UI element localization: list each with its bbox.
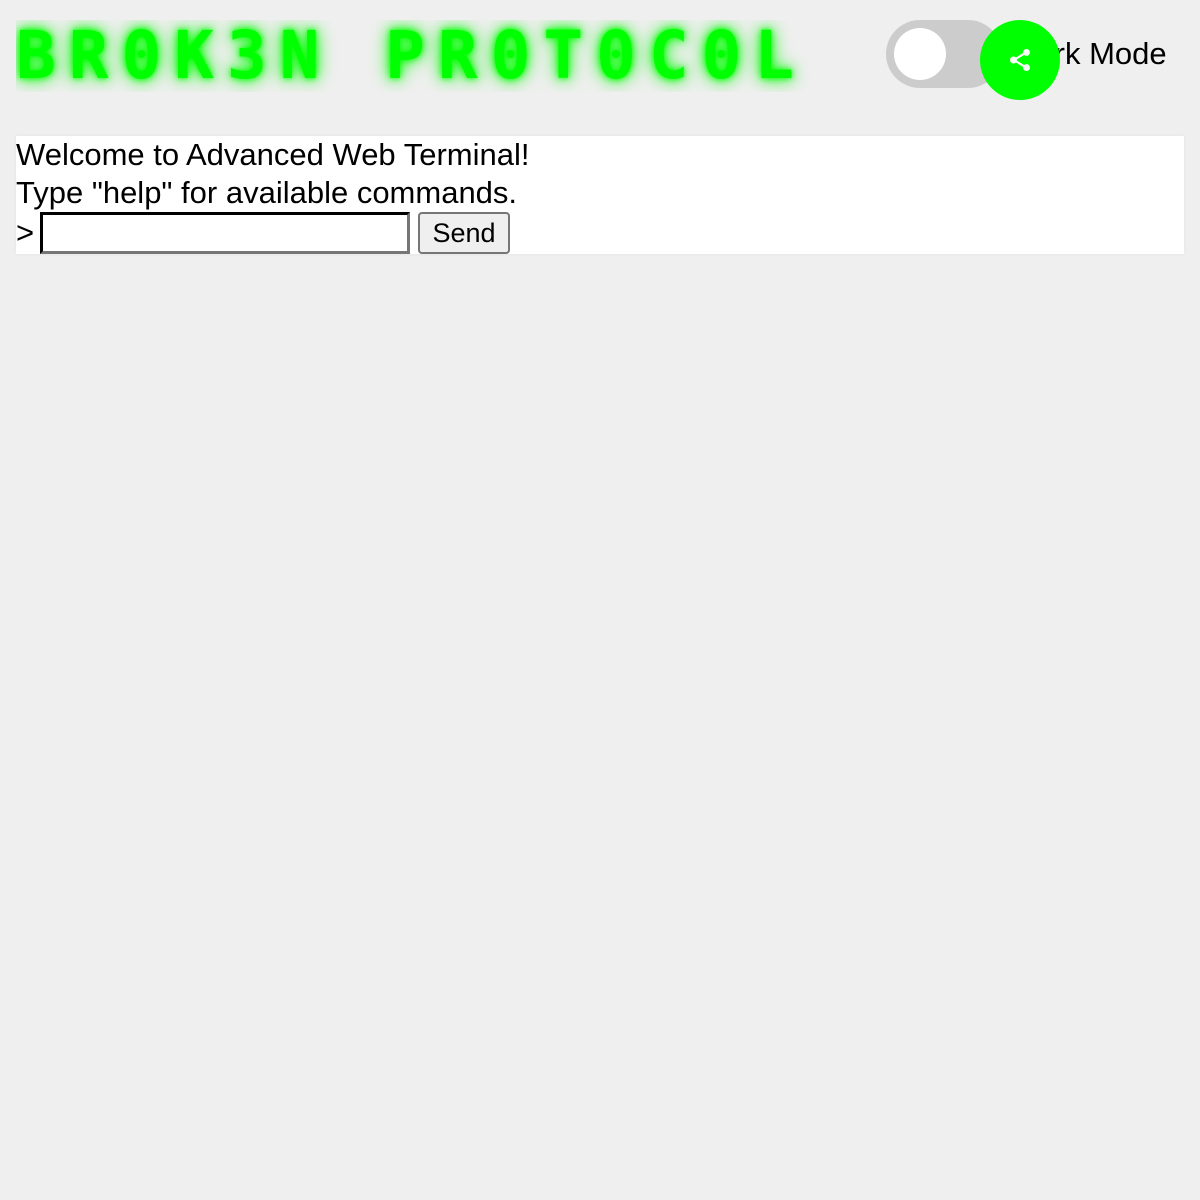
command-input[interactable]: [40, 212, 410, 254]
terminal-panel: Welcome to Advanced Web Terminal! Type "…: [16, 136, 1184, 254]
toggle-knob: [894, 28, 946, 80]
share-button[interactable]: [980, 20, 1060, 100]
site-logo: BR0K3N PR0T0C0L: [16, 20, 808, 92]
prompt-symbol: >: [16, 215, 35, 250]
share-icon: [1010, 48, 1030, 72]
send-button[interactable]: Send: [418, 212, 510, 254]
terminal-welcome-line: Welcome to Advanced Web Terminal!: [16, 137, 530, 172]
terminal-help-line: Type "help" for available commands.: [16, 175, 518, 210]
command-prompt-row: > Send: [16, 212, 616, 254]
